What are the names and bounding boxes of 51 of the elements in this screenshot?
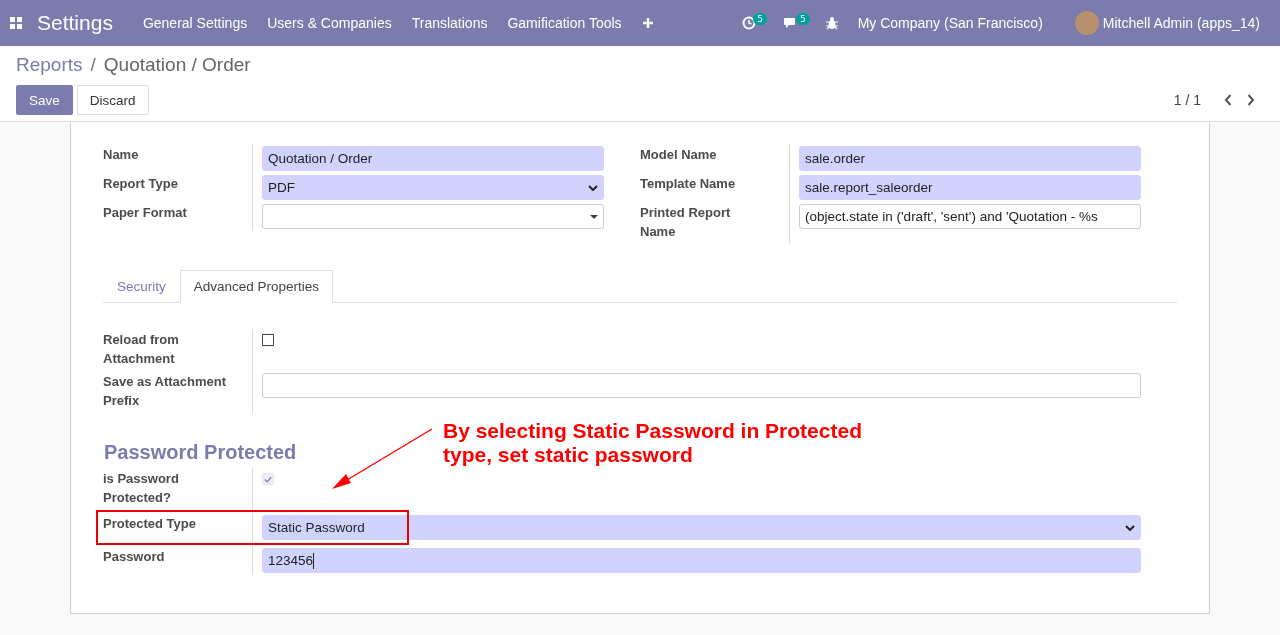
chevron-down-icon xyxy=(1125,524,1135,531)
pager-value: 1 / 1 xyxy=(1173,92,1201,108)
bug-icon[interactable] xyxy=(825,16,838,30)
clock-icon[interactable] xyxy=(742,16,757,30)
discard-button[interactable]: Discard xyxy=(76,85,149,115)
plus-icon[interactable] xyxy=(641,17,654,29)
apps-menu-icon[interactable] xyxy=(10,17,22,29)
field-label: Template Name xyxy=(640,173,790,202)
select-field[interactable]: Static Password xyxy=(262,515,1141,540)
user-menu[interactable]: Mitchell Admin (apps_14) xyxy=(1102,15,1270,31)
input-field[interactable]: sale.order xyxy=(799,146,1141,171)
input-field[interactable] xyxy=(262,373,1141,398)
field-label: Paper Format xyxy=(103,202,253,231)
tab[interactable]: Advanced Properties xyxy=(179,270,334,303)
field-label: Name xyxy=(103,144,253,173)
nav-menu-item[interactable]: Gamification Tools xyxy=(497,15,632,31)
field-label: Report Type xyxy=(103,173,253,202)
user-avatar xyxy=(1074,11,1099,35)
breadcrumb-separator: / xyxy=(90,54,96,76)
nav-menu-item[interactable]: Translations xyxy=(401,15,498,31)
input-field[interactable]: 123456 xyxy=(262,548,1141,573)
breadcrumb-item[interactable]: Reports xyxy=(16,54,83,76)
tab[interactable]: Security xyxy=(103,270,180,303)
field-label: Printed Report Name xyxy=(640,202,790,244)
nav-menu-item[interactable]: General Settings xyxy=(132,15,258,31)
next-icon[interactable] xyxy=(1247,94,1255,106)
annotation-text: By selecting Static Password in Protected type, set static password xyxy=(443,419,863,467)
chevron-down-icon xyxy=(588,184,598,191)
company-switcher[interactable]: My Company (San Francisco) xyxy=(847,15,1053,31)
select-field[interactable]: PDF xyxy=(262,175,604,200)
field-label: is Password Protected? xyxy=(103,468,253,510)
app-title: Settings xyxy=(37,11,113,35)
caret-down-icon xyxy=(590,214,598,219)
activity-count-badge: 5 xyxy=(753,13,767,25)
input-field[interactable]: (object.state in ('draft', 'sent') and 'Quotation - %s xyxy=(799,204,1141,229)
section-title: Password Protected xyxy=(104,441,297,464)
nav-menu-item[interactable]: Users & Companies xyxy=(257,15,402,31)
input-field[interactable]: sale.report_saleorder xyxy=(799,175,1141,200)
previous-icon[interactable] xyxy=(1224,94,1232,106)
message-count-badge: 5 xyxy=(795,13,810,25)
input-field[interactable]: Quotation / Order xyxy=(262,146,604,171)
field-label: Protected Type xyxy=(103,513,253,542)
text-cursor xyxy=(313,552,315,569)
field-label: Model Name xyxy=(640,144,790,173)
field-label: Password xyxy=(103,546,253,575)
breadcrumb-item[interactable]: Quotation / Order xyxy=(103,54,251,76)
combo-field[interactable] xyxy=(262,204,604,229)
save-button[interactable]: Save xyxy=(16,85,73,115)
checkbox[interactable] xyxy=(262,334,274,346)
field-label: Save as Attachment Prefix xyxy=(103,371,253,413)
field-label: Reload from Attachment xyxy=(103,329,253,371)
